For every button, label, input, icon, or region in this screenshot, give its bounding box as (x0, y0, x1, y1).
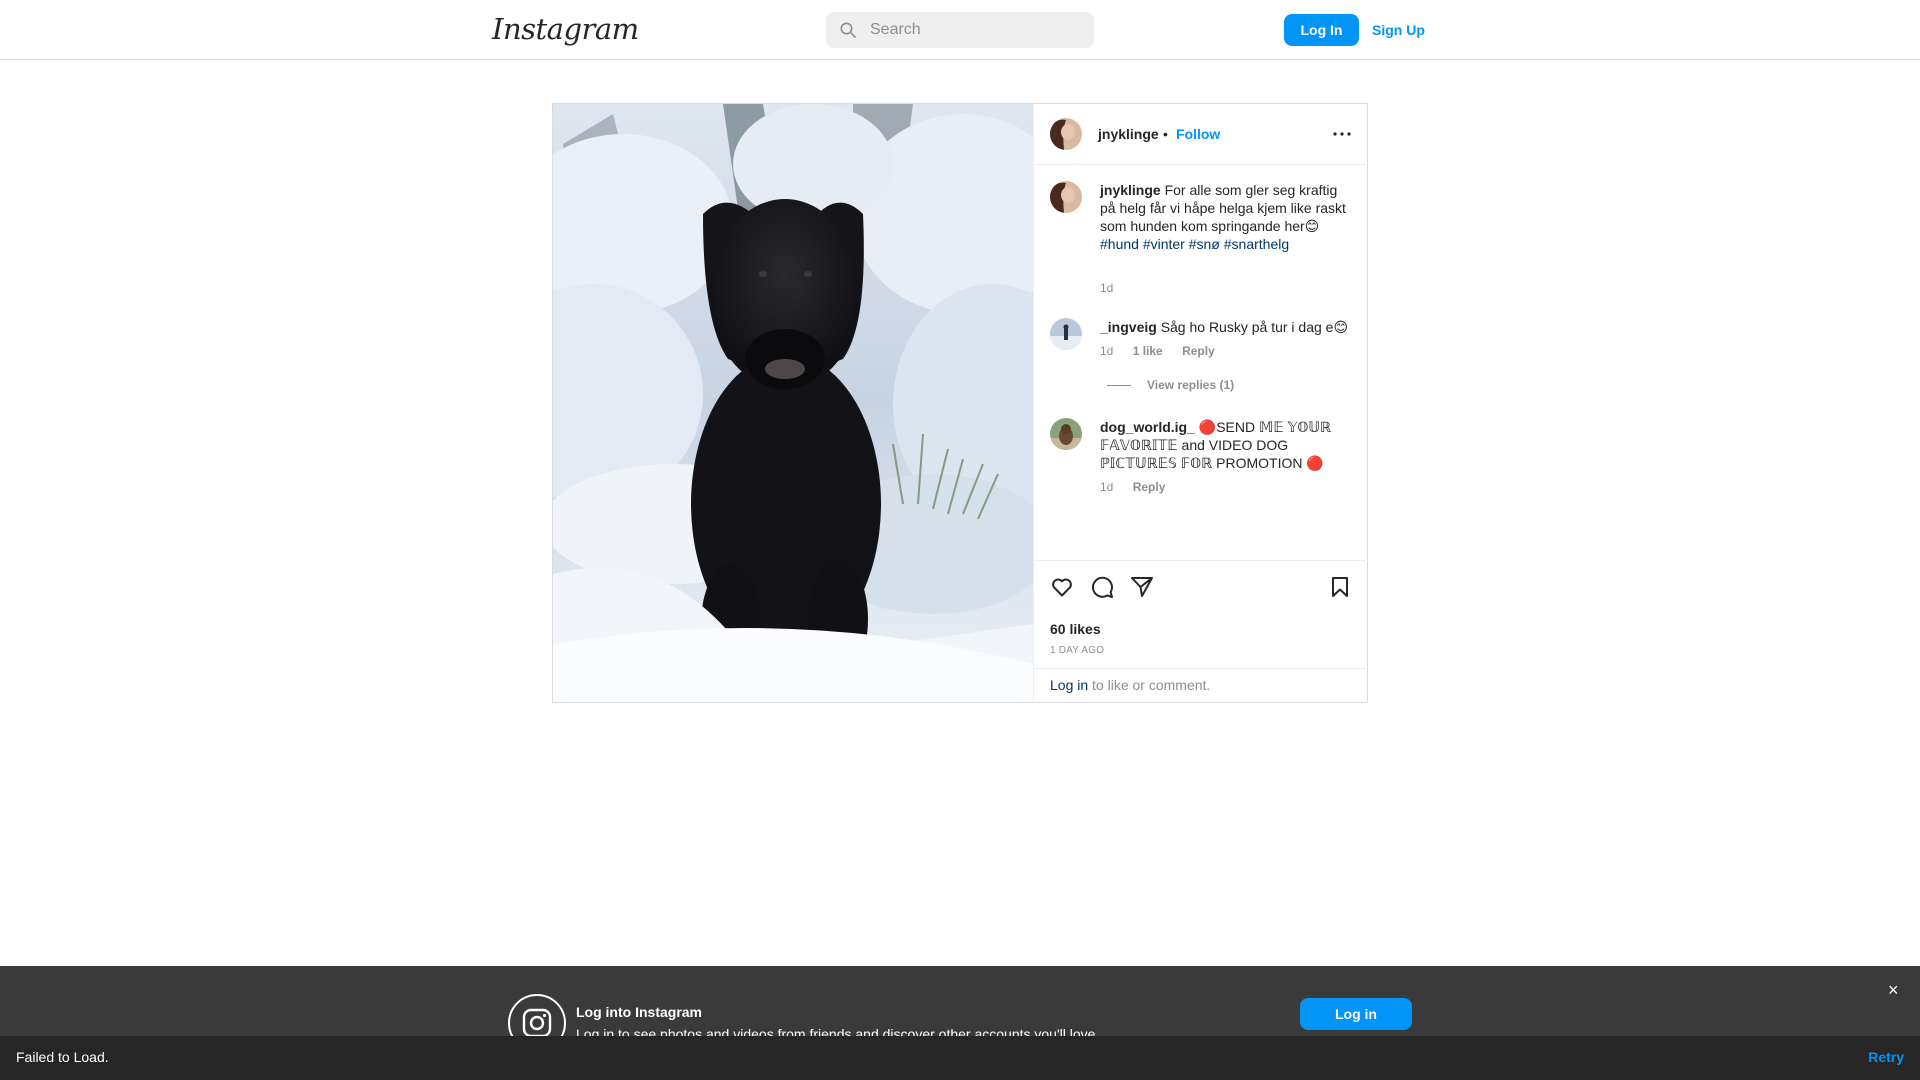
post-time: 1 DAY AGO (1050, 645, 1105, 656)
comment-time: 1d (1100, 480, 1114, 494)
post-photo[interactable] (553, 104, 1033, 702)
close-icon[interactable]: × (1888, 980, 1899, 1001)
comment-likes[interactable]: 1 like (1133, 344, 1163, 358)
caption-hashtags[interactable]: #hund #vinter #snø #snarthelg (1100, 236, 1289, 252)
heart-icon[interactable] (1050, 575, 1074, 599)
search-input[interactable] (870, 12, 1080, 48)
caption-username[interactable]: jnyklinge (1100, 182, 1161, 198)
reply-button[interactable]: Reply (1182, 344, 1215, 358)
author-username[interactable]: jnyklinge (1098, 126, 1159, 142)
post-actions: 60 likes 1 DAY AGO Log in to like or com… (1034, 560, 1368, 702)
comment-username[interactable]: dog_world.ig_ (1100, 419, 1195, 435)
separator-dot: • (1163, 126, 1168, 142)
caption-avatar[interactable] (1050, 181, 1082, 213)
commenter-avatar[interactable] (1050, 418, 1082, 450)
commenter-avatar[interactable] (1050, 318, 1082, 350)
banner-login-button[interactable]: Log in (1300, 998, 1412, 1030)
dog-in-snow-image (553, 104, 1033, 702)
bookmark-icon[interactable] (1328, 575, 1352, 599)
caption-meta: 1d (1100, 281, 1129, 295)
signup-link[interactable]: Sign Up (1372, 14, 1425, 46)
retry-button[interactable]: Retry (1868, 1049, 1904, 1065)
comment-time: 1d (1100, 344, 1114, 358)
replies-line (1107, 385, 1131, 387)
comment: _ingveig Såg ho Rusky på tur i dag e😊 1d… (1050, 318, 1360, 362)
comment-text: Såg ho Rusky på tur i dag e😊 (1160, 319, 1349, 335)
login-banner: Log into Instagram Log in to see photos … (0, 966, 1920, 1052)
comment-body: dog_world.ig_ 🔴SEND 𝕄𝔼 𝕐𝕆𝕌ℝ 𝔽𝔸𝕍𝕆ℝ𝕀𝕋𝔼 and… (1100, 418, 1356, 472)
share-icon[interactable] (1130, 575, 1154, 599)
more-options-icon[interactable] (1330, 126, 1354, 142)
error-message: Failed to Load. (16, 1049, 109, 1065)
login-link[interactable]: Log in (1050, 677, 1088, 693)
post-sidebar: jnyklinge • Follow jnyklinge For alle so… (1033, 104, 1368, 702)
top-nav: Instagram Log In Sign Up (0, 0, 1920, 60)
error-bar: Failed to Load. Retry (0, 1036, 1920, 1080)
likes-count[interactable]: 60 likes (1050, 621, 1101, 637)
search-icon (840, 22, 856, 38)
banner-title: Log into Instagram (576, 1004, 702, 1020)
comment-body: _ingveig Såg ho Rusky på tur i dag e😊 (1100, 318, 1356, 336)
author-avatar[interactable] (1050, 118, 1082, 150)
view-replies-button[interactable]: View replies (1) (1107, 378, 1234, 392)
comment: dog_world.ig_ 🔴SEND 𝕄𝔼 𝕐𝕆𝕌ℝ 𝔽𝔸𝕍𝕆ℝ𝕀𝕋𝔼 and… (1050, 418, 1360, 498)
comment-meta: 1d Reply (1100, 480, 1181, 494)
caption: jnyklinge For alle som gler seg kraftig … (1050, 181, 1360, 301)
view-replies-label: View replies (1) (1147, 378, 1235, 392)
post-header: jnyklinge • Follow (1034, 104, 1368, 165)
comment-icon[interactable] (1090, 575, 1114, 599)
login-to-comment-text: to like or comment. (1088, 677, 1211, 693)
caption-time: 1d (1100, 281, 1114, 295)
caption-body: jnyklinge For alle som gler seg kraftig … (1100, 181, 1356, 253)
instagram-logo[interactable]: Instagram (492, 12, 639, 46)
post-card: jnyklinge • Follow jnyklinge For alle so… (552, 103, 1368, 703)
comment-meta: 1d 1 like Reply (1100, 344, 1231, 358)
login-button[interactable]: Log In (1284, 14, 1359, 46)
comment-username[interactable]: _ingveig (1100, 319, 1157, 335)
search-box[interactable] (826, 12, 1094, 48)
follow-button[interactable]: Follow (1176, 126, 1220, 142)
reply-button[interactable]: Reply (1133, 480, 1166, 494)
login-to-comment: Log in to like or comment. (1034, 668, 1368, 702)
